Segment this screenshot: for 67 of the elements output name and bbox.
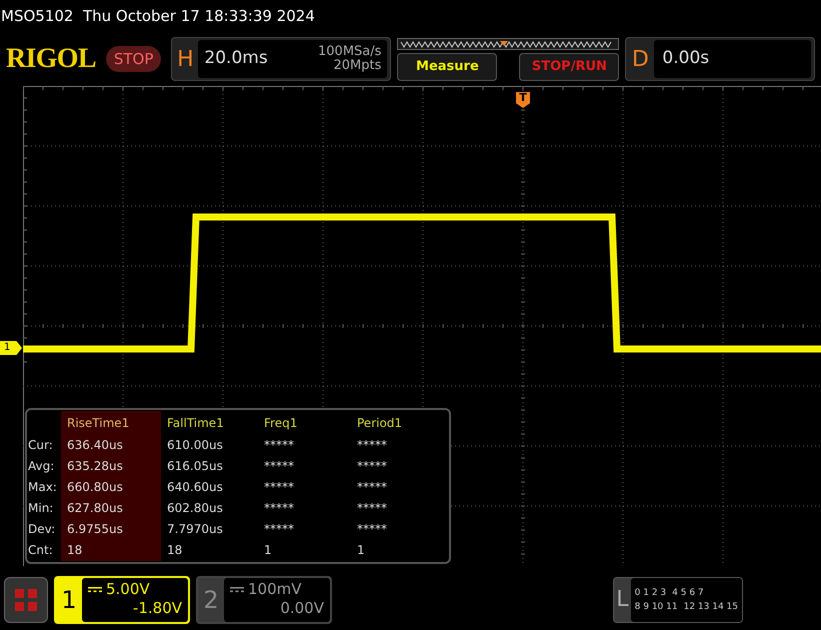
delay-panel[interactable]: D 0.00s <box>625 37 815 81</box>
channel-panel[interactable]: 2 100mV 0.00V <box>196 576 332 624</box>
column-header[interactable]: RiseTime1 <box>61 411 161 435</box>
table-cell: 636.40us <box>61 435 161 456</box>
table-cell: 6.9755us <box>61 519 161 540</box>
table-cell-text: ***** <box>263 500 295 517</box>
table-cell-text: 640.60us <box>166 479 224 496</box>
delay-label: D <box>630 46 650 74</box>
logic-channel-numbers: 12 13 14 15 <box>684 601 738 613</box>
table-cell-text: ***** <box>263 437 295 454</box>
status-text: MSO5102 Thu October 17 18:33:39 2024 <box>1 6 315 27</box>
delay-value: 0.00s <box>662 47 710 70</box>
menu-button[interactable] <box>4 577 48 623</box>
logic-channel-numbers: 0 1 2 3 <box>634 587 666 599</box>
vertical-offset: -1.80V <box>132 599 182 618</box>
sample-rate: 100MSa/s <box>318 45 382 59</box>
table-cell-text: 616.05us <box>166 458 224 475</box>
table-cell-text: 1 <box>356 542 366 559</box>
table-cell-text: ***** <box>356 500 388 517</box>
table-cell-text: 610.00us <box>166 437 224 454</box>
vertical-offset: 0.00V <box>280 599 324 618</box>
measure-button[interactable]: Measure <box>397 52 498 80</box>
table-cell-text: ***** <box>356 458 388 475</box>
logic-panel[interactable]: L 0 1 2 3 4 5 6 7 8 9 10 11 12 13 14 15 <box>613 577 743 623</box>
table-cell-text: 18 <box>166 542 184 559</box>
horizontal-label: H <box>176 46 195 74</box>
table-cell-text: ***** <box>356 479 388 496</box>
channel-number: 2 <box>202 585 220 616</box>
grid-menu-icon <box>15 589 37 611</box>
row-label: Min: <box>28 500 54 517</box>
stop-run-button[interactable]: STOP/RUN <box>519 52 620 80</box>
dc-coupling-icon <box>88 586 102 592</box>
rigol-logo: RIGOL <box>6 45 96 73</box>
table-cell-text: ***** <box>263 521 295 538</box>
timebase-value: 20.0ms <box>204 47 268 70</box>
table-cell-text: ***** <box>356 521 388 538</box>
column-header[interactable]: FallTime1 <box>161 411 258 435</box>
channel-marker[interactable]: 1 <box>0 341 22 355</box>
table-cell: 635.28us <box>61 456 161 477</box>
table-cell-text: ***** <box>263 479 295 496</box>
table-cell: 660.80us <box>61 477 161 498</box>
trigger-marker[interactable]: T <box>516 92 530 108</box>
channel-panel[interactable]: 1 5.00V -1.80V <box>54 576 190 624</box>
row-label: Avg: <box>28 458 56 475</box>
column-header[interactable]: Freq1 <box>258 411 351 435</box>
run-state-indicator: STOP <box>106 46 162 72</box>
logic-channel-numbers: 8 9 10 11 <box>634 601 678 613</box>
row-label: Dev: <box>28 521 56 538</box>
horizontal-panel[interactable]: H 20.0ms 100MSa/s 20Mpts <box>171 37 392 81</box>
table-cell-text: ***** <box>356 437 388 454</box>
table-cell-text: 1 <box>263 542 273 559</box>
vertical-scale: 5.00V <box>106 580 150 599</box>
table-cell-text: 7.7970us <box>166 521 224 538</box>
table-cell-text: 602.80us <box>166 500 224 517</box>
table-cell: 18 <box>61 540 161 561</box>
row-label: Max: <box>28 479 58 496</box>
logic-label: L <box>615 586 630 614</box>
table-cell-text: ***** <box>263 458 295 475</box>
logic-channel-numbers: 4 5 6 7 <box>672 587 704 599</box>
dc-coupling-icon <box>230 586 244 592</box>
vertical-scale: 100mV <box>248 580 302 599</box>
table-cell: 627.80us <box>61 498 161 519</box>
row-label: Cur: <box>28 437 54 454</box>
memory-depth: 20Mpts <box>334 59 382 73</box>
channel-number: 1 <box>60 585 78 616</box>
column-header[interactable]: Period1 <box>351 411 446 435</box>
row-label: Cnt: <box>28 542 54 559</box>
